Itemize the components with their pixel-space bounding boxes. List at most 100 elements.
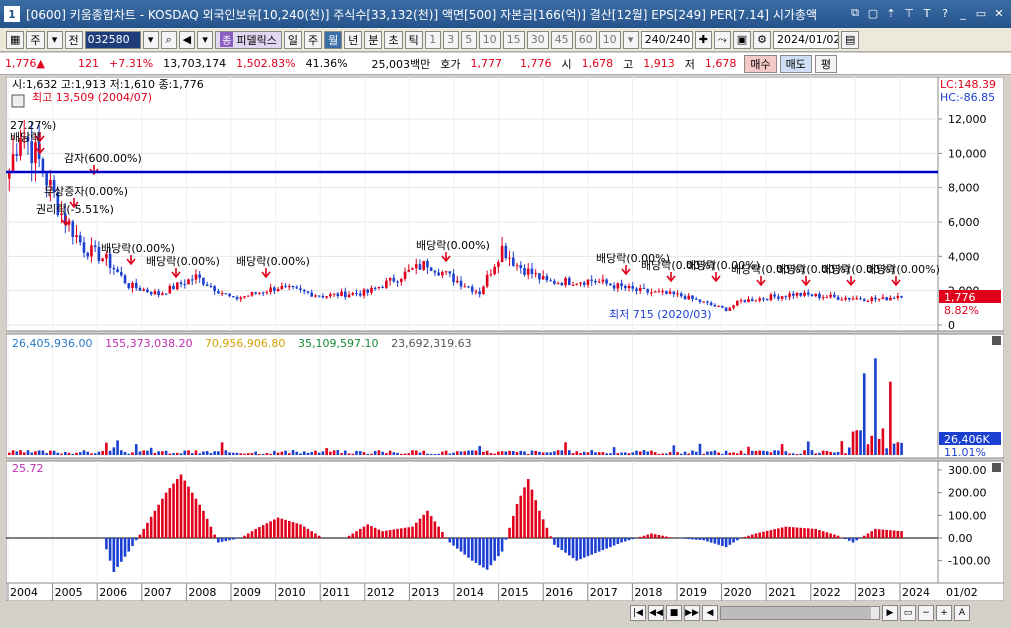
volume-bar bbox=[582, 451, 586, 455]
first-icon[interactable]: |◀ bbox=[630, 605, 646, 621]
chevron-down-icon[interactable]: ▾ bbox=[46, 30, 63, 49]
average-button[interactable]: 평 bbox=[814, 54, 838, 73]
forward-icon[interactable]: ▶▶ bbox=[684, 605, 700, 621]
interval-30[interactable]: 30 bbox=[526, 30, 549, 49]
candle-body bbox=[123, 275, 127, 284]
link-icon[interactable]: ⧉ bbox=[847, 5, 863, 21]
interval-15[interactable]: 15 bbox=[502, 30, 525, 49]
interval-5[interactable]: 5 bbox=[460, 30, 477, 49]
volume-bar bbox=[792, 453, 795, 455]
candle-body bbox=[754, 300, 758, 302]
auto-scale-icon[interactable]: A bbox=[954, 605, 970, 621]
interval-select[interactable]: 10 bbox=[598, 30, 621, 49]
calendar-icon[interactable]: ▤ bbox=[841, 30, 860, 49]
candle-body bbox=[866, 300, 870, 302]
oscillator-bar bbox=[668, 537, 672, 538]
timeframe-month[interactable]: 월 bbox=[324, 30, 343, 49]
scroll-left-icon[interactable]: ◀ bbox=[702, 605, 718, 621]
volume-legend-item: 23,692,319.63 bbox=[391, 337, 471, 350]
volume-bar bbox=[407, 453, 411, 455]
zoom-out-icon[interactable]: − bbox=[918, 605, 934, 621]
candle-body bbox=[702, 301, 705, 303]
stock-name-field[interactable]: 종 피델릭스 bbox=[215, 30, 282, 49]
oscillator-pane-menu-icon[interactable] bbox=[992, 463, 1001, 472]
grid-toggle-icon[interactable] bbox=[11, 94, 25, 108]
oscillator-bar bbox=[228, 538, 231, 541]
candle-body bbox=[717, 305, 720, 307]
stock-code-input[interactable] bbox=[84, 30, 141, 49]
close-icon[interactable]: ✕ bbox=[991, 5, 1007, 21]
interval-1[interactable]: 1 bbox=[424, 30, 441, 49]
scroll-thumb[interactable] bbox=[721, 607, 871, 619]
code-dropdown-icon[interactable]: ▾ bbox=[142, 30, 159, 49]
crosshair-icon[interactable]: ✚ bbox=[694, 30, 712, 49]
timeframe-minute[interactable]: 분 bbox=[364, 30, 383, 49]
interval-45[interactable]: 45 bbox=[550, 30, 573, 49]
candle-body bbox=[833, 294, 836, 297]
volume-bar bbox=[523, 451, 526, 455]
volume-bar bbox=[161, 451, 164, 455]
candle-body bbox=[515, 265, 519, 267]
candle-body bbox=[601, 279, 605, 282]
oscillator-bar bbox=[575, 538, 579, 561]
volume-bar bbox=[638, 451, 642, 455]
interval-3[interactable]: 3 bbox=[442, 30, 459, 49]
volume-bar bbox=[26, 450, 30, 455]
volume-bar bbox=[355, 450, 358, 455]
period-select[interactable]: 주 bbox=[26, 30, 45, 49]
candle-body bbox=[582, 282, 586, 285]
timeframe-year[interactable]: 년 bbox=[344, 30, 363, 49]
gear-icon[interactable]: ⚙ bbox=[753, 30, 771, 49]
grid-icon[interactable]: ▦ bbox=[6, 30, 25, 49]
sell-button[interactable]: 매도 bbox=[779, 54, 812, 73]
trend-icon[interactable]: ⤳ bbox=[713, 30, 731, 49]
timeframe-tick[interactable]: 틱 bbox=[404, 30, 423, 49]
scroll-right-icon[interactable]: ▶ bbox=[882, 605, 898, 621]
volume-bar bbox=[123, 452, 127, 455]
zoom-in-icon[interactable]: + bbox=[936, 605, 952, 621]
date-field[interactable] bbox=[773, 30, 839, 49]
timeframe-day[interactable]: 일 bbox=[283, 30, 302, 49]
upload-icon[interactable]: ⇡ bbox=[883, 5, 899, 21]
restore-icon[interactable]: ▭ bbox=[973, 5, 989, 21]
stop-icon[interactable]: ■ bbox=[666, 605, 682, 621]
chart-area[interactable]: 27.27%)배당락감자(600.00%)무상증자(0.00%)권리락(-5.5… bbox=[6, 77, 1004, 601]
rewind-icon[interactable]: ◀◀ bbox=[648, 605, 664, 621]
chart-scrollbar[interactable] bbox=[720, 606, 880, 620]
chevron-down-icon[interactable]: ▾ bbox=[197, 30, 214, 49]
range-field[interactable] bbox=[640, 30, 693, 49]
oscillator-bar bbox=[190, 492, 194, 538]
text-icon[interactable]: T bbox=[919, 5, 935, 21]
timeframe-second[interactable]: 초 bbox=[384, 30, 403, 49]
volume-pane-menu-icon[interactable] bbox=[992, 336, 1001, 345]
candle-body bbox=[198, 274, 201, 278]
candle-body bbox=[295, 287, 299, 289]
oscillator-bar bbox=[534, 500, 537, 538]
oscillator-bar bbox=[862, 535, 866, 538]
speaker-icon[interactable]: ◀ bbox=[178, 30, 196, 49]
candle-body bbox=[205, 284, 209, 286]
oscillator-bar bbox=[407, 527, 411, 538]
lock-icon[interactable]: ▢ bbox=[865, 5, 881, 21]
candle-body bbox=[288, 286, 291, 288]
candle-body bbox=[385, 280, 388, 288]
expand-icon[interactable]: ▭ bbox=[900, 605, 916, 621]
oscillator-bar bbox=[123, 538, 127, 557]
minimize-icon[interactable]: _ bbox=[955, 5, 971, 21]
market-toggle[interactable]: 전 bbox=[64, 30, 83, 49]
open-label: 시 bbox=[561, 57, 572, 71]
pin-icon[interactable]: ⊤ bbox=[901, 5, 917, 21]
buy-button[interactable]: 매수 bbox=[744, 54, 777, 73]
interval-10[interactable]: 10 bbox=[478, 30, 501, 49]
candle-body bbox=[456, 280, 459, 283]
help-icon[interactable]: ? bbox=[937, 5, 953, 21]
candle-body bbox=[329, 294, 332, 297]
save-icon[interactable]: ▣ bbox=[732, 30, 752, 49]
interval-60[interactable]: 60 bbox=[574, 30, 597, 49]
search-icon[interactable]: ⌕ bbox=[160, 30, 177, 49]
oscillator-bar bbox=[381, 531, 384, 538]
volume-bar bbox=[56, 452, 60, 455]
oscillator-bar bbox=[806, 528, 810, 538]
chevron-down-icon[interactable]: ▾ bbox=[622, 30, 639, 49]
timeframe-week[interactable]: 주 bbox=[303, 30, 323, 49]
